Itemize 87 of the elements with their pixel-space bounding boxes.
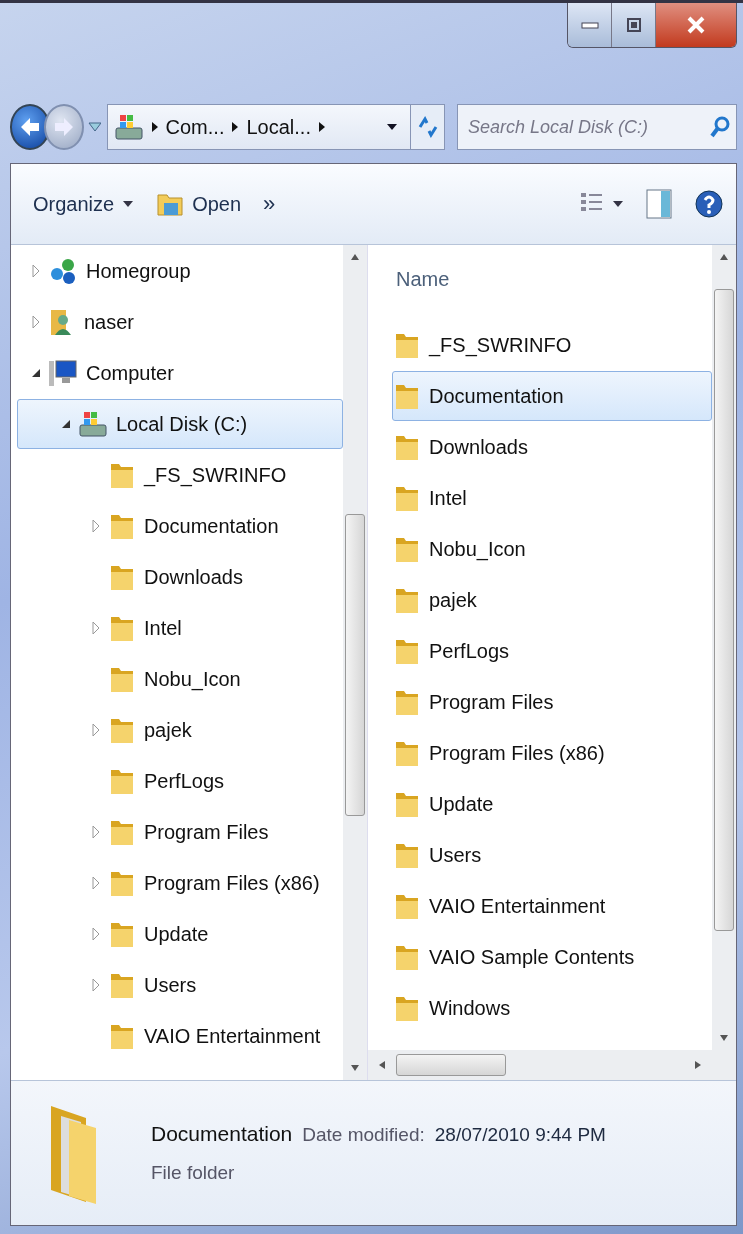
- collapsed-arrow-icon[interactable]: [90, 927, 102, 941]
- breadcrumb[interactable]: Com...: [165, 115, 225, 139]
- tree-item[interactable]: Documentation: [17, 501, 343, 551]
- dropdown-icon: [612, 200, 624, 208]
- preview-pane-button[interactable]: [646, 189, 672, 219]
- date-value: 28/07/2010 9:44 PM: [434, 1124, 606, 1146]
- file-item[interactable]: pajek: [392, 575, 712, 625]
- file-item[interactable]: Downloads: [392, 422, 712, 472]
- scrollbar[interactable]: [368, 1050, 712, 1080]
- maximize-button[interactable]: [612, 3, 656, 47]
- file-item[interactable]: VAIO Sample Contents: [392, 932, 712, 982]
- file-item[interactable]: VAIO Entertainment: [392, 881, 712, 931]
- tree-item[interactable]: PerfLogs: [17, 756, 343, 806]
- name-column-header[interactable]: Name: [368, 245, 712, 313]
- address-bar[interactable]: Com... Local...: [106, 104, 412, 150]
- file-item[interactable]: Documentation: [392, 371, 712, 421]
- drive-icon: [78, 409, 108, 439]
- item-type: File folder: [151, 1162, 236, 1184]
- maximize-icon: [625, 17, 642, 33]
- expanded-arrow-icon[interactable]: [60, 418, 72, 430]
- tree-item[interactable]: Intel: [17, 603, 343, 653]
- scroll-down-icon[interactable]: [719, 1034, 729, 1042]
- tree-item[interactable]: Nobu_Icon: [17, 654, 343, 704]
- tree-item[interactable]: Homegroup: [17, 246, 343, 296]
- close-icon: [686, 16, 706, 34]
- tree-item[interactable]: Program Files (x86): [17, 858, 343, 908]
- file-item[interactable]: Nobu_Icon: [392, 524, 712, 574]
- tree-item[interactable]: Users: [17, 960, 343, 1010]
- file-item[interactable]: Program Files (x86): [392, 728, 712, 778]
- item-name: Documentation: [151, 1122, 293, 1146]
- breadcrumb[interactable]: Local...: [246, 115, 311, 139]
- tree-item[interactable]: Program Files: [17, 807, 343, 857]
- file-item[interactable]: _FS_SWRINFO: [392, 320, 712, 370]
- minimize-icon: [580, 21, 599, 29]
- tree-item[interactable]: _FS_SWRINFO: [17, 450, 343, 500]
- collapsed-arrow-icon[interactable]: [90, 876, 102, 890]
- collapsed-arrow-icon[interactable]: [90, 621, 102, 635]
- help-button[interactable]: [694, 189, 724, 219]
- tree-item[interactable]: Update: [17, 909, 343, 959]
- file-item[interactable]: Program Files: [392, 677, 712, 727]
- collapsed-arrow-icon[interactable]: [30, 264, 42, 278]
- dropdown-icon[interactable]: [386, 123, 399, 131]
- close-button[interactable]: [656, 3, 736, 47]
- file-item[interactable]: Users: [392, 830, 712, 880]
- scrollbar[interactable]: [712, 245, 736, 1080]
- scroll-right-icon[interactable]: [694, 1060, 702, 1070]
- collapsed-arrow-icon[interactable]: [30, 315, 42, 329]
- scroll-left-icon[interactable]: [378, 1060, 386, 1070]
- tree-item[interactable]: Local Disk (C:): [17, 399, 343, 449]
- scroll-thumb[interactable]: [714, 289, 734, 931]
- minimize-button[interactable]: [568, 3, 612, 47]
- collapsed-arrow-icon[interactable]: [90, 519, 102, 533]
- search-field[interactable]: Search Local Disk (C:): [457, 104, 737, 150]
- chevron-icon: [149, 121, 160, 133]
- dropdown-icon: [122, 200, 135, 208]
- help-icon: [694, 189, 724, 219]
- file-item[interactable]: PerfLogs: [392, 626, 712, 676]
- expanded-arrow-icon[interactable]: [30, 367, 42, 379]
- search-icon[interactable]: [709, 115, 731, 139]
- file-item[interactable]: Update: [392, 779, 712, 829]
- chevron-icon: [316, 121, 327, 133]
- scroll-thumb[interactable]: [396, 1054, 506, 1076]
- tree-item[interactable]: pajek: [17, 705, 343, 755]
- open-button[interactable]: Open: [156, 190, 242, 218]
- history-dropdown-icon[interactable]: [88, 122, 101, 132]
- file-item[interactable]: Windows: [392, 983, 712, 1033]
- file-item[interactable]: Intel: [392, 473, 712, 523]
- organize-button[interactable]: Organize: [33, 192, 135, 216]
- tree-item[interactable]: Computer: [17, 348, 343, 398]
- tree-item[interactable]: Downloads: [17, 552, 343, 602]
- date-label: Date modified:: [302, 1124, 425, 1146]
- scrollbar[interactable]: [343, 245, 367, 1080]
- scroll-up-icon[interactable]: [719, 253, 729, 261]
- refresh-button[interactable]: [410, 104, 445, 150]
- scroll-down-icon[interactable]: [350, 1064, 360, 1072]
- collapsed-arrow-icon[interactable]: [90, 978, 102, 992]
- tree-item[interactable]: naser: [17, 297, 343, 347]
- scroll-up-icon[interactable]: [350, 253, 360, 261]
- collapsed-arrow-icon[interactable]: [90, 723, 102, 737]
- more-button[interactable]: »: [263, 191, 276, 217]
- collapsed-arrow-icon[interactable]: [90, 825, 102, 839]
- scroll-thumb[interactable]: [345, 514, 365, 816]
- computer-icon: [48, 358, 78, 388]
- network-icon: [48, 256, 78, 286]
- drive-icon: [113, 112, 144, 142]
- preview-pane-icon: [646, 189, 672, 219]
- tree-item[interactable]: VAIO Entertainment: [17, 1011, 343, 1061]
